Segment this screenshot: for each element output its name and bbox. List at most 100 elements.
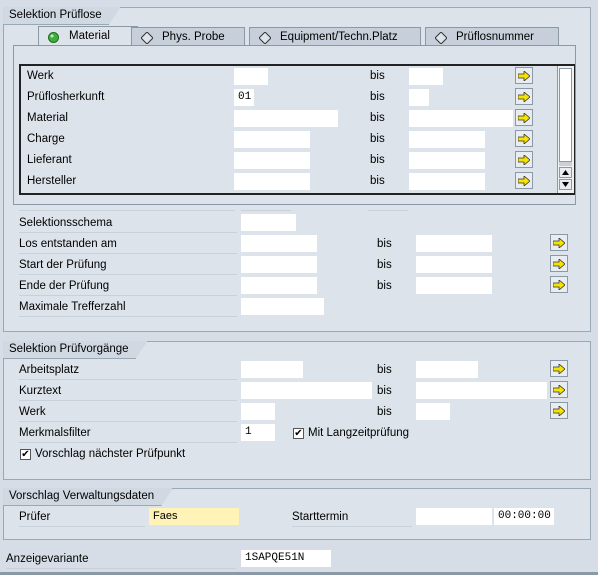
tab-label: Prüflosnummer — [456, 31, 534, 43]
arbeitsplatz-label: Arbeitsplatz — [19, 362, 237, 380]
bis-label: bis — [370, 154, 385, 166]
multiple-selection-button[interactable] — [515, 67, 533, 84]
tab-label: Material — [69, 30, 110, 42]
ende-pruefung-label: Ende der Prüfung — [19, 278, 237, 296]
hersteller-to-field[interactable] — [409, 173, 485, 190]
multiple-selection-button[interactable] — [550, 381, 568, 398]
max-treffer-field[interactable] — [241, 298, 324, 315]
multiple-selection-button[interactable] — [515, 151, 533, 168]
arrow-up-icon — [562, 170, 569, 175]
pruefer-label: Prüfer — [19, 509, 145, 527]
group-title: Vorschlag Verwaltungsdaten — [3, 488, 173, 506]
starttermin-time-field[interactable]: 00:00:00 — [494, 508, 554, 525]
langzeit-checkbox[interactable]: ✔ — [293, 428, 304, 439]
multiple-selection-button[interactable] — [515, 109, 533, 126]
langzeit-label: Mit Langzeitprüfung — [308, 427, 410, 439]
multiple-selection-button[interactable] — [515, 130, 533, 147]
selektionsschema-label: Selektionsschema — [19, 215, 237, 233]
tab-equipment[interactable]: Equipment/Techn.Platz — [249, 27, 421, 45]
bis-label: bis — [377, 280, 392, 292]
arbeitsplatz-to-field[interactable] — [416, 361, 478, 378]
prueflosherkunft-to-field[interactable] — [409, 89, 429, 106]
los-entstanden-from-field[interactable] — [241, 235, 317, 252]
material-to-field[interactable] — [409, 110, 513, 127]
bis-label: bis — [377, 385, 392, 397]
merkmalsfilter-label: Merkmalsfilter — [19, 425, 237, 443]
multiple-selection-button[interactable] — [515, 172, 533, 189]
bis-label: bis — [370, 133, 385, 145]
los-entstanden-to-field[interactable] — [416, 235, 492, 252]
scrollbar-thumb[interactable] — [559, 68, 572, 162]
vorschlag-label: Vorschlag nächster Prüfpunkt — [35, 448, 186, 460]
row-label-charge: Charge — [27, 133, 65, 145]
vertical-scrollbar[interactable] — [557, 66, 574, 193]
charge-from-field[interactable] — [234, 131, 310, 148]
bis-label: bis — [370, 70, 385, 82]
bis-label: bis — [370, 175, 385, 187]
tab-label: Phys. Probe — [162, 31, 225, 43]
werk-from-field[interactable] — [234, 68, 268, 85]
starttermin-label: Starttermin — [292, 509, 412, 527]
multiple-selection-button[interactable] — [550, 255, 568, 272]
multiple-selection-button[interactable] — [550, 360, 568, 377]
arrow-right-icon — [518, 175, 530, 186]
arrow-right-icon — [553, 363, 565, 374]
scroll-down-button[interactable] — [559, 179, 572, 190]
multiple-selection-button[interactable] — [550, 234, 568, 251]
pruefer-field[interactable]: Faes — [149, 508, 239, 525]
ende-pruefung-from-field[interactable] — [241, 277, 317, 294]
material-from-field[interactable] — [234, 110, 338, 127]
tab-material[interactable]: Material — [38, 26, 138, 46]
arrow-right-icon — [553, 258, 565, 269]
arrow-right-icon — [553, 405, 565, 416]
separator — [19, 210, 235, 211]
arrow-down-icon — [562, 182, 569, 187]
bis-label: bis — [370, 112, 385, 124]
scrollbar-track[interactable] — [559, 162, 572, 166]
los-entstanden-label: Los entstanden am — [19, 236, 237, 254]
kurztext-from-field[interactable] — [241, 382, 372, 399]
row-label-hersteller: Hersteller — [27, 175, 77, 187]
anzeigevariante-label: Anzeigevariante — [6, 551, 236, 569]
multiple-selection-button[interactable] — [550, 276, 568, 293]
anzeigevariante-field[interactable]: 1SAPQE51N — [241, 550, 331, 567]
tab-label: Equipment/Techn.Platz — [280, 31, 398, 43]
charge-to-field[interactable] — [409, 131, 485, 148]
multiple-selection-button[interactable] — [515, 88, 533, 105]
lieferant-to-field[interactable] — [409, 152, 485, 169]
start-pruefung-to-field[interactable] — [416, 256, 492, 273]
group-title: Selektion Prüflose — [3, 7, 121, 25]
werk-to-field[interactable] — [416, 403, 450, 420]
werk-to-field[interactable] — [409, 68, 443, 85]
werk-from-field[interactable] — [241, 403, 275, 420]
arbeitsplatz-from-field[interactable] — [241, 361, 303, 378]
tab-phys-probe[interactable]: Phys. Probe — [131, 27, 245, 45]
multiple-selection-button[interactable] — [550, 402, 568, 419]
tab-prueflosnummer[interactable]: Prüflosnummer — [425, 27, 559, 45]
bis-label: bis — [377, 259, 392, 271]
werk-label: Werk — [19, 404, 237, 422]
kurztext-to-field[interactable] — [416, 382, 547, 399]
bis-label: bis — [377, 364, 392, 376]
vorschlag-checkbox[interactable]: ✔ — [20, 449, 31, 460]
merkmalsfilter-field[interactable]: 1 — [241, 424, 275, 441]
row-label-werk: Werk — [27, 70, 54, 82]
starttermin-date-field[interactable] — [416, 508, 492, 525]
scroll-up-button[interactable] — [559, 167, 572, 178]
row-label-prueflosherkunft: Prüflosherkunft — [27, 91, 105, 103]
arrow-right-icon — [553, 237, 565, 248]
lieferant-from-field[interactable] — [234, 152, 310, 169]
ende-pruefung-to-field[interactable] — [416, 277, 492, 294]
start-pruefung-from-field[interactable] — [241, 256, 317, 273]
bis-label: bis — [377, 406, 392, 418]
bis-label: bis — [377, 238, 392, 250]
selektionsschema-field[interactable] — [241, 214, 296, 231]
arrow-right-icon — [518, 154, 530, 165]
prueflosherkunft-from-field[interactable]: 01 — [234, 89, 254, 106]
row-label-lieferant: Lieferant — [27, 154, 72, 166]
hersteller-from-field[interactable] — [234, 173, 310, 190]
separator — [368, 210, 408, 211]
start-pruefung-label: Start der Prüfung — [19, 257, 237, 275]
max-treffer-label: Maximale Trefferzahl — [19, 299, 237, 317]
separator — [241, 210, 291, 211]
